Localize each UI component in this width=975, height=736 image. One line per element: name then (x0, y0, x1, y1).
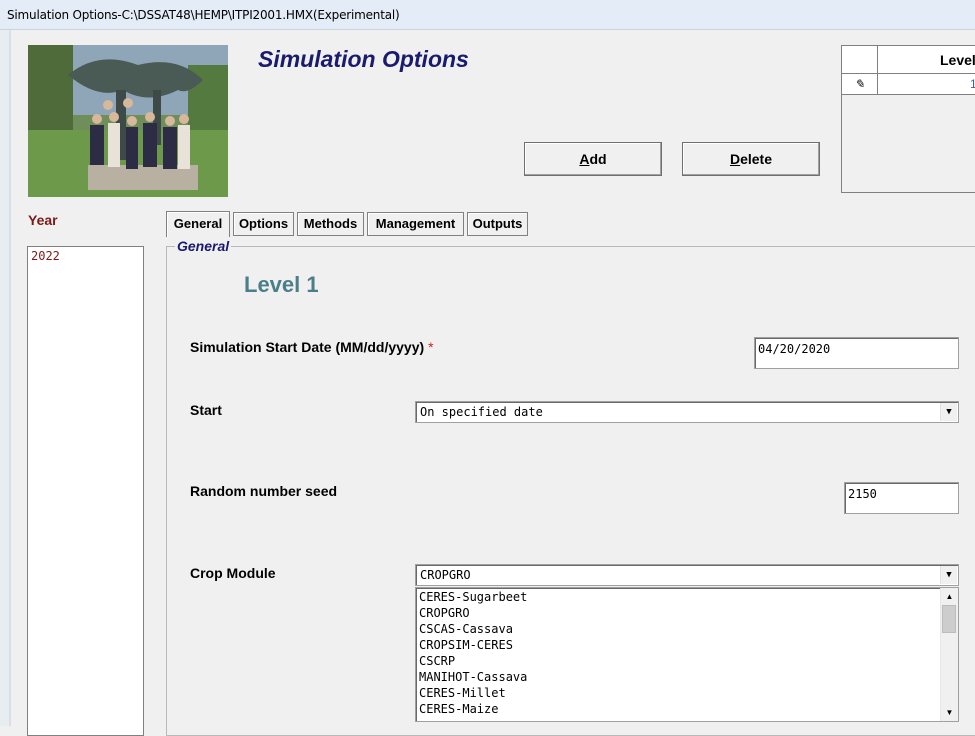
crop-module-label: Crop Module (190, 565, 276, 581)
list-item[interactable]: CSCRP (419, 653, 455, 669)
tab-outputs[interactable]: Outputs (467, 212, 528, 236)
start-date-label-text: Simulation Start Date (MM/dd/yyyy) (190, 339, 425, 355)
window-border (0, 30, 9, 726)
level-heading: Level 1 (244, 272, 319, 297)
scroll-thumb[interactable] (942, 605, 956, 633)
list-scrollbar[interactable]: ▲ ▼ (940, 588, 958, 721)
grid-corner (842, 46, 878, 74)
pencil-icon[interactable]: ✎ (842, 74, 878, 95)
seed-field[interactable]: 2150 (844, 482, 959, 514)
window-title: Simulation Options-C:\DSSAT48\HEMP\ITPI2… (7, 8, 400, 22)
list-item[interactable]: CROPSIM-CERES (419, 637, 513, 653)
page-title: Simulation Options (258, 46, 469, 72)
scroll-down-icon[interactable]: ▼ (941, 704, 958, 721)
title-bar: Simulation Options-C:\DSSAT48\HEMP\ITPI2… (0, 0, 975, 30)
list-item[interactable]: CSCAS-Cassava (419, 621, 513, 637)
start-select[interactable]: On specified date ▼ (415, 401, 959, 423)
year-list[interactable]: 2022 (27, 246, 144, 736)
crop-module-value: CROPGRO (420, 568, 471, 582)
delete-button[interactable]: Delete (682, 142, 820, 176)
chevron-down-icon[interactable]: ▼ (940, 566, 957, 584)
crop-module-select[interactable]: CROPGRO ▼ (415, 564, 959, 586)
list-item[interactable]: CROPGRO (419, 605, 470, 621)
group-title: General (175, 238, 232, 254)
seed-label: Random number seed (190, 483, 338, 499)
add-button[interactable]: Add (524, 142, 662, 176)
grid-header-level[interactable]: Level (878, 46, 975, 74)
start-select-value: On specified date (420, 405, 543, 419)
team-photo (28, 45, 228, 197)
list-item[interactable]: MANIHOT-Cassava (419, 669, 527, 685)
tab-options[interactable]: Options (233, 212, 294, 236)
list-item[interactable]: CERES-Sugarbeet (419, 589, 527, 605)
tab-general[interactable]: General (166, 211, 230, 237)
chevron-down-icon[interactable]: ▼ (940, 403, 957, 421)
tab-methods[interactable]: Methods (297, 212, 364, 236)
list-item[interactable]: CERES-Millet (419, 685, 506, 701)
required-marker: * (428, 339, 434, 355)
delete-mnemonic: D (729, 151, 741, 167)
scroll-up-icon[interactable]: ▲ (941, 588, 958, 605)
list-item[interactable]: CERES-Maize (419, 701, 498, 717)
crop-module-dropdown-list[interactable]: CERES-Sugarbeet CROPGRO CSCAS-Cassava CR… (415, 587, 959, 722)
list-item[interactable]: 2022 (31, 249, 60, 263)
add-rest: dd (589, 151, 607, 167)
grid-cell-level[interactable]: 1 (878, 74, 975, 95)
tab-management[interactable]: Management (367, 212, 464, 236)
add-mnemonic: A (579, 151, 590, 167)
level-grid[interactable]: Level ✎ 1 (841, 45, 975, 193)
start-date-field[interactable]: 04/20/2020 (754, 337, 959, 369)
start-date-label: Simulation Start Date (MM/dd/yyyy) * (190, 339, 434, 355)
start-label: Start (190, 402, 222, 418)
delete-rest: elete (740, 151, 773, 167)
year-label: Year (28, 212, 58, 228)
